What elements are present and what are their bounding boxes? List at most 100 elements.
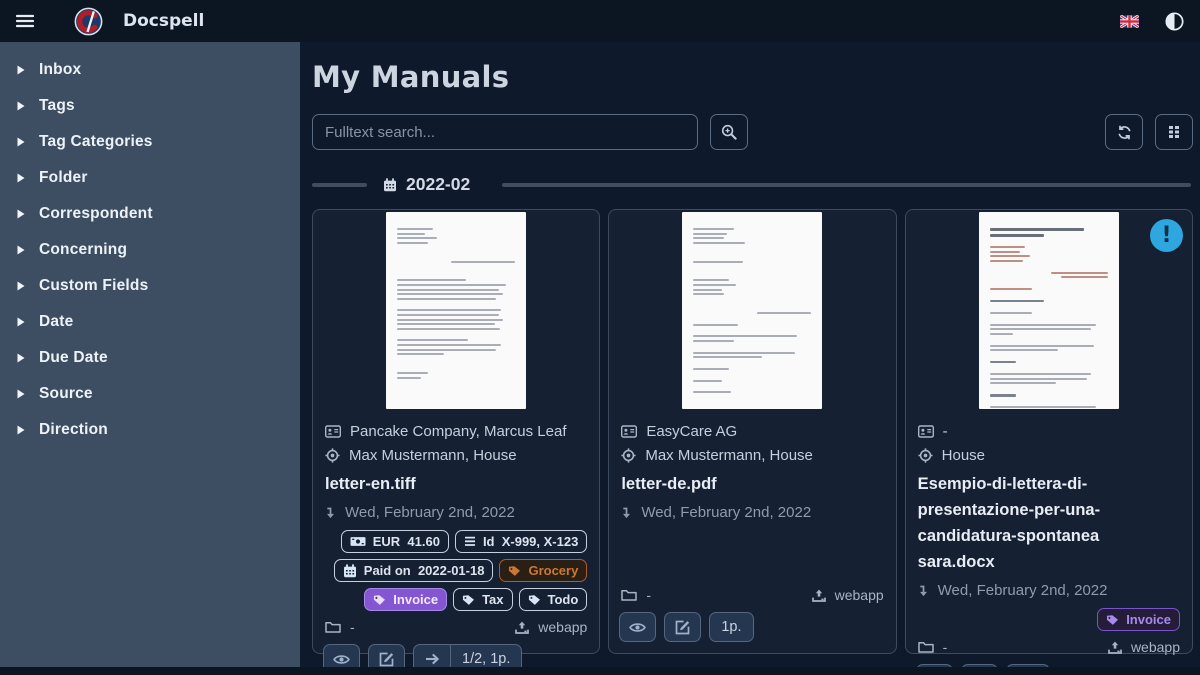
badge-label: EUR 41.60 — [373, 534, 440, 549]
sidebar: Inbox Tags Tag Categories Folder Corresponde… — [0, 42, 300, 667]
sidebar-item-label: Correspondent — [39, 205, 153, 223]
sidebar-item-label: Custom Fields — [39, 277, 148, 295]
sidebar-item-due-date[interactable]: Due Date — [0, 340, 300, 376]
folder-icon — [918, 641, 934, 653]
caret-right-icon — [17, 317, 26, 327]
divider-line — [502, 183, 1191, 187]
new-item-indicator-icon: ! — [1150, 219, 1183, 252]
folder-icon — [325, 621, 341, 633]
eye-icon — [333, 654, 350, 665]
badges-row: Invoice — [906, 608, 1192, 631]
item-name: letter-en.tiff — [325, 471, 587, 497]
source-icon — [812, 589, 826, 602]
concerning-icon — [325, 448, 340, 463]
footer-strip — [0, 667, 1200, 675]
item-card[interactable]: Pancake Company, Marcus Leaf Max Musterma… — [312, 209, 600, 654]
item-badge: Grocery — [499, 559, 587, 582]
sidebar-item-folder[interactable]: Folder — [0, 160, 300, 196]
bars-icon — [464, 536, 476, 547]
concerning-label: House — [942, 447, 985, 464]
item-card[interactable]: EasyCare AGMax Mustermann, Houseletter-d… — [608, 209, 896, 654]
preview-button[interactable] — [619, 612, 656, 642]
date-group-header: 2022-02 — [312, 174, 1191, 195]
item-date: Wed, February 2nd, 2022 — [938, 582, 1108, 599]
correspondent-label: EasyCare AG — [646, 423, 737, 440]
source-label: webapp — [538, 619, 587, 635]
caret-right-icon — [17, 281, 26, 291]
folder-icon — [621, 589, 637, 601]
language-flag-icon[interactable] — [1120, 15, 1139, 28]
edit-button[interactable] — [664, 612, 701, 642]
item-badge: EUR 41.60 — [341, 530, 449, 553]
page-title: My Manuals — [312, 60, 1193, 94]
refresh-icon — [1117, 125, 1132, 140]
search-input[interactable] — [312, 114, 698, 150]
grid-icon — [1168, 125, 1180, 139]
refresh-button[interactable] — [1105, 114, 1143, 150]
item-date: Wed, February 2nd, 2022 — [345, 504, 515, 521]
tag-icon — [373, 594, 386, 606]
sidebar-item-inbox[interactable]: Inbox — [0, 52, 300, 88]
item-card[interactable]: !-HouseEsempio-di-lettera-di-presentazio… — [905, 209, 1193, 654]
sidebar-item-direction[interactable]: Direction — [0, 412, 300, 448]
source-icon — [515, 621, 529, 634]
badge-label: Tax — [482, 592, 503, 607]
tag-icon — [462, 594, 475, 606]
docspell-logo-icon[interactable] — [74, 7, 103, 36]
layout-toggle-button[interactable] — [1155, 114, 1193, 150]
concerning-label: Max Mustermann, House — [349, 447, 517, 464]
source-icon — [1108, 641, 1122, 654]
theme-toggle-icon[interactable] — [1165, 12, 1184, 31]
sidebar-item-tag-categories[interactable]: Tag Categories — [0, 124, 300, 160]
sidebar-item-label: Inbox — [39, 61, 81, 79]
sidebar-item-date[interactable]: Date — [0, 304, 300, 340]
item-badge: Invoice — [1097, 608, 1180, 631]
page-count-label: 1p. — [710, 613, 752, 641]
item-date-icon — [621, 506, 631, 520]
app-title: Docspell — [123, 11, 204, 31]
page-count-button[interactable]: 1p. — [709, 612, 753, 642]
correspondent-icon — [918, 425, 934, 438]
document-thumbnail[interactable] — [906, 210, 1192, 414]
caret-right-icon — [17, 101, 26, 111]
sidebar-item-label: Folder — [39, 169, 88, 187]
folder-label: - — [943, 639, 948, 655]
tag-icon — [1106, 614, 1119, 626]
tag-icon — [528, 594, 541, 606]
folder-label: - — [646, 587, 651, 603]
search-toolbar — [312, 114, 1193, 150]
caret-right-icon — [17, 245, 26, 255]
correspondent-label: Pancake Company, Marcus Leaf — [350, 423, 567, 440]
item-name: letter-de.pdf — [621, 471, 883, 497]
folder-label: - — [350, 619, 355, 635]
caret-right-icon — [17, 353, 26, 363]
menu-icon[interactable] — [16, 14, 34, 28]
date-group-label: 2022-02 — [406, 174, 470, 195]
sidebar-item-tags[interactable]: Tags — [0, 88, 300, 124]
sidebar-item-label: Tag Categories — [39, 133, 153, 151]
item-badge: Id X-999, X-123 — [455, 530, 587, 553]
document-thumbnail[interactable] — [313, 210, 599, 414]
document-thumbnail[interactable] — [609, 210, 895, 414]
tag-icon — [508, 565, 521, 577]
item-date: Wed, February 2nd, 2022 — [641, 504, 811, 521]
badge-label: Grocery — [528, 563, 578, 578]
correspondent-label: - — [943, 423, 948, 440]
correspondent-icon — [621, 425, 637, 438]
source-label: webapp — [1131, 639, 1180, 655]
sidebar-item-correspondent[interactable]: Correspondent — [0, 196, 300, 232]
sidebar-item-concerning[interactable]: Concerning — [0, 232, 300, 268]
badges-row: EUR 41.60 Id X-999, X-123 Paid on 2022-01-… — [313, 530, 599, 611]
sidebar-item-custom-fields[interactable]: Custom Fields — [0, 268, 300, 304]
item-badge: Paid on 2022-01-18 — [334, 559, 494, 582]
item-badge: Invoice — [364, 588, 447, 611]
fulltext-search-button[interactable] — [710, 114, 748, 150]
top-navbar: Docspell — [0, 0, 1200, 42]
calendar-icon — [383, 178, 397, 192]
correspondent-icon — [325, 425, 341, 438]
item-badge: Todo — [519, 588, 588, 611]
sidebar-item-source[interactable]: Source — [0, 376, 300, 412]
cards-row: Pancake Company, Marcus Leaf Max Musterma… — [312, 209, 1193, 654]
sidebar-item-label: Date — [39, 313, 73, 331]
eye-icon — [629, 622, 646, 633]
